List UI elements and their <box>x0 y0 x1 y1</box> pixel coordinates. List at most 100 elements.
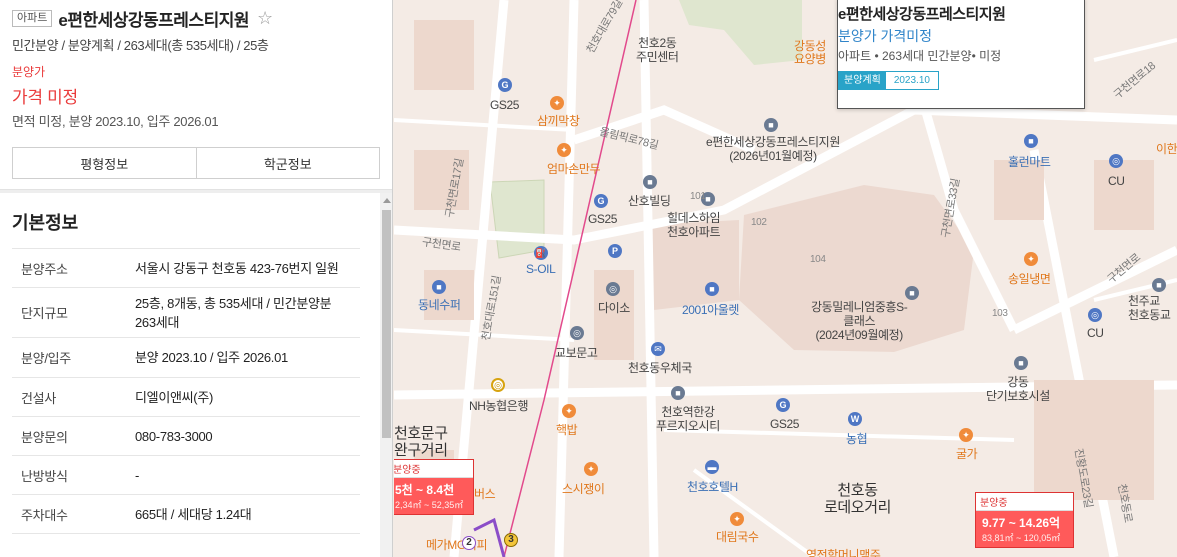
sale-marker[interactable]: 분양중 9.77 ~ 14.26억 83,81㎡ ~ 120,05㎡ <box>975 492 1074 548</box>
restaurant-icon: ✦ <box>959 428 973 442</box>
popup-info: 아파트 • 263세대 민간분양• 미정 <box>838 49 1002 63</box>
row-value: - <box>135 467 140 483</box>
listing-header: 아파트 e편한세상강동프레스티지원 ☆ 민간분양 / 분양계획 / 263세대(… <box>0 0 392 130</box>
map-area-label: 천호문구 완구거리 <box>394 425 448 459</box>
map-poi-label: GS25 <box>770 417 800 431</box>
map-poi-label: 송일냉면 <box>1008 272 1051 286</box>
map-poi-label: 2001아울렛 <box>682 303 740 317</box>
row-value: 서울시 강동구 천호동 423-76번지 일원 <box>135 260 339 276</box>
building-icon: ■ <box>905 286 919 300</box>
marker-area: 83,81㎡ ~ 120,05㎡ <box>982 533 1061 543</box>
row-key: 건설사 <box>21 390 56 406</box>
popup-tags: 분양계획 2023.10 <box>838 71 939 90</box>
row-key: 단지규모 <box>21 306 68 321</box>
restaurant-icon: ✦ <box>1024 252 1038 266</box>
map-poi-label: GS25 <box>588 212 618 226</box>
basic-info-table: 분양주소 서울시 강동구 천호동 423-76번지 일원 단지규모 25층, 8… <box>12 248 360 534</box>
map-poi-label: 농협 <box>846 432 868 446</box>
popup-title: e편한세상강동프레스티지원 <box>838 6 1006 23</box>
convenience-store-icon: ◎ <box>1109 154 1123 168</box>
shop-icon: ■ <box>432 280 446 294</box>
row-key: 분양문의 <box>21 429 68 445</box>
listing-popup[interactable]: e편한세상강동프레스티지원 분양가 가격미정 아파트 • 263세대 민간분양•… <box>837 0 1085 109</box>
row-key: 주차대수 <box>21 507 68 523</box>
map-poi-label: 동네수퍼 <box>418 298 461 312</box>
table-row: 주차대수 665대 / 세대당 1.24대 <box>12 494 360 534</box>
triangle-up-icon[interactable] <box>383 198 391 203</box>
row-key: 분양/입주 <box>21 351 71 366</box>
popup-price: 분양가 가격미정 <box>838 28 933 44</box>
map-poi-label: e편한세상강동프레스티지원 (2026년01월예정) <box>706 135 840 163</box>
building-icon: ■ <box>764 118 778 132</box>
map-poi-label: 대림국수 <box>716 530 759 544</box>
map-poi-label: GS25 <box>490 98 520 112</box>
map-poi-label: NH농협은행 <box>469 399 529 413</box>
shop-icon: ◎ <box>606 282 620 296</box>
bookstore-icon: ◎ <box>570 326 584 340</box>
marker-status: 분양중 <box>976 493 1073 511</box>
map-poi-label: 천호호텔H <box>687 480 738 494</box>
map-poi-label: 핵밥 <box>556 423 578 437</box>
map-area-label: 천호동 로데오거리 <box>824 482 892 516</box>
table-row: 분양주소 서울시 강동구 천호동 423-76번지 일원 <box>12 248 360 288</box>
favorite-star-icon[interactable]: ☆ <box>257 9 273 27</box>
detail-panel: 아파트 e편한세상강동프레스티지원 ☆ 민간분양 / 분양계획 / 263세대(… <box>0 0 393 557</box>
map-poi-label: 영전함머니맥주 <box>806 548 881 557</box>
table-row: 건설사 디엘이앤씨(주) <box>12 377 360 417</box>
row-value: 665대 / 세대당 1.24대 <box>135 506 252 522</box>
app: 아파트 e편한세상강동프레스티지원 ☆ 민간분양 / 분양계획 / 263세대(… <box>0 0 1177 557</box>
shop-icon: ■ <box>705 282 719 296</box>
gs25-icon: G <box>498 78 512 92</box>
map-poi-label: 천호동우체국 <box>628 361 692 375</box>
marker-area: 2,34㎡ ~ 52,35㎡ <box>395 500 464 510</box>
table-row: 분양문의 080-783-3000 <box>12 416 360 456</box>
map-poi-label: 교보문고 <box>555 346 598 360</box>
map-poi-label: 강동성 요양병 <box>794 39 826 66</box>
map-poi-label: CU <box>1087 326 1104 340</box>
info-tabs: 평형정보 학군정보 <box>12 147 380 179</box>
restaurant-icon: ✦ <box>562 404 576 418</box>
building-icon: ■ <box>671 386 685 400</box>
map-poi-label: 힐데스하임 천호아파트 <box>667 211 721 239</box>
listing-summary: 민간분양 / 분양계획 / 263세대(총 535세대) / 25층 <box>12 38 269 53</box>
building-number: 102 <box>751 217 767 228</box>
bank-icon: ◎ <box>491 378 505 392</box>
tab-school[interactable]: 학군정보 <box>195 148 380 178</box>
popup-date-tag: 2023.10 <box>893 75 930 86</box>
restaurant-icon: ✦ <box>730 512 744 526</box>
gs25-icon: G <box>594 194 608 208</box>
sale-marker[interactable]: 분양중 5천 ~ 8.4천 2,34㎡ ~ 52,35㎡ <box>394 459 474 515</box>
marker-price: 5천 ~ 8.4천 <box>395 483 455 497</box>
map-poi-label: 천호2동 주민센터 <box>636 36 679 64</box>
table-row: 단지규모 25층, 8개동, 총 535세대 / 민간분양분 263세대 <box>12 287 360 338</box>
map-poi-label: 산호빌딩 <box>628 194 671 208</box>
building-icon: ■ <box>1014 356 1028 370</box>
map-poi-label: 메가MG커피 <box>426 538 488 552</box>
marker-price: 9.77 ~ 14.26억 <box>982 516 1061 530</box>
map-view[interactable]: 천호대로79길 천호2동 주민센터 강동성 요양병 G GS25 ✦ 삼끼막창 … <box>394 0 1177 557</box>
row-value: 분양 2023.10 / 입주 2026.01 <box>135 350 288 365</box>
sale-price-label: 분양가 <box>12 65 46 79</box>
row-value: 25층, 8개동, 총 535세대 / 민간분양분 263세대 <box>135 295 332 330</box>
tab-floorplan[interactable]: 평형정보 <box>13 148 196 178</box>
map-poi-label: 버스 <box>474 487 496 501</box>
map-poi-label: CU <box>1108 174 1125 188</box>
type-badge: 아파트 <box>12 9 53 27</box>
scrollbar-thumb[interactable] <box>382 210 391 438</box>
row-key: 분양주소 <box>21 261 68 277</box>
post-office-icon: ✉ <box>651 342 665 356</box>
convenience-store-icon: ◎ <box>1088 308 1102 322</box>
listing-info: 면적 미정, 분양 2023.10, 입주 2026.01 <box>12 114 219 129</box>
bank-icon: W <box>848 412 862 426</box>
building-number: 104 <box>810 254 826 265</box>
map-poi-label: 강동 단기보호시설 <box>986 375 1050 403</box>
subway-line-3-icon: 3 <box>504 533 518 547</box>
map-poi-label: 굴가 <box>956 447 978 461</box>
map-poi-label: 천호역한강 푸르지오시티 <box>656 405 720 433</box>
map-poi-label: 다이소 <box>598 301 630 315</box>
subway-line-2-icon: 2 <box>462 536 476 550</box>
row-value: 080-783-3000 <box>135 428 213 444</box>
map-poi-label: S-OIL <box>526 262 556 276</box>
gs25-icon: G <box>776 398 790 412</box>
panel-scrollbar[interactable] <box>380 193 392 557</box>
